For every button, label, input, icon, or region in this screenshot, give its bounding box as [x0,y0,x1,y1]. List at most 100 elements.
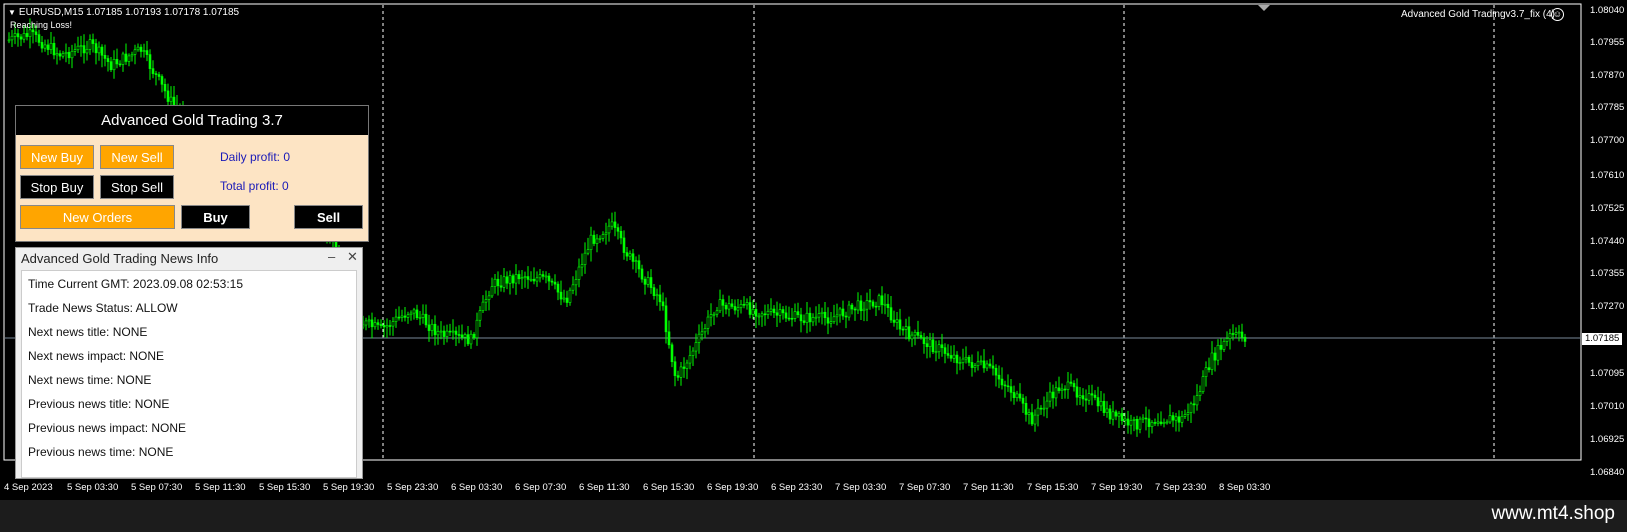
candle-body [913,331,917,336]
candle-body [829,321,833,324]
candle-body [1018,393,1022,399]
candle-body [385,325,389,328]
candle-body [160,76,164,85]
candle-body [874,305,878,308]
candle-body [673,361,677,376]
new-buy-button[interactable]: New Buy [20,145,94,169]
candle-body [610,221,614,227]
candle-body [1201,376,1205,392]
candle-body [1240,331,1244,338]
time-label: 6 Sep 07:30 [515,482,567,493]
candle-body [1147,418,1151,427]
candle-body [1192,403,1196,406]
candle-body [943,347,947,354]
time-label: 7 Sep 15:30 [1027,482,1079,493]
time-label: 7 Sep 03:30 [835,482,887,493]
candle-body [919,335,923,338]
stop-buy-button[interactable]: Stop Buy [20,175,94,199]
candle-body [904,326,908,330]
candle-body [157,74,161,77]
candle-body [130,54,134,57]
candle-body [526,276,530,280]
candle-body [1174,416,1178,421]
trading-control-panel: Advanced Gold Trading 3.7 New Buy New Se… [15,105,369,242]
candle-body [1033,414,1037,425]
candle-body [877,295,881,307]
candle-body [538,274,542,279]
smiley-icon[interactable]: ☺ [1551,8,1564,21]
candle-body [94,43,98,54]
candle-body [634,260,638,263]
candle-body [523,276,527,278]
candle-body [841,308,845,317]
candle-body [955,354,959,364]
time-label: 7 Sep 23:30 [1155,482,1207,493]
stop-sell-button[interactable]: Stop Sell [100,175,174,199]
candle-body [1195,395,1199,406]
candle-body [847,304,851,318]
candle-body [514,274,518,284]
candle-body [457,334,461,336]
candle-body [1093,394,1097,398]
candle-body [1156,421,1160,424]
candle-body [769,308,773,312]
candle-body [58,53,62,57]
candle-body [430,323,434,331]
candle-body [805,312,809,323]
candle-body [577,266,581,280]
price-label: 1.07270 [1590,301,1625,312]
chart-window[interactable]: ▼ EURUSD,M15 1.07185 1.07193 1.07178 1.07… [0,0,1627,500]
candle-body [679,366,683,378]
new-orders-button[interactable]: New Orders [20,205,175,229]
candle-body [55,53,59,56]
candle-body [766,311,770,315]
candle-body [418,317,422,319]
close-icon[interactable]: ✕ [347,249,358,265]
candle-body [652,287,656,297]
candle-body [142,50,146,52]
sell-button[interactable]: Sell [294,205,363,229]
candle-body [1057,387,1061,391]
candle-body [1009,386,1013,393]
minimize-icon[interactable]: – [328,249,335,264]
candle-body [61,53,65,57]
candle-body [997,374,1001,380]
candle-body [460,334,464,338]
daily-profit: Daily profit: 0 [220,150,291,164]
candle-body [880,295,884,306]
candle-body [718,299,722,312]
time-label: 5 Sep 19:30 [323,482,375,493]
candle-body [400,315,404,318]
candle-body [436,331,440,336]
candle-body [13,33,17,37]
candle-body [562,297,566,300]
candle-body [970,362,974,368]
candle-body [709,314,713,318]
candle-body [1111,411,1115,420]
candle-body [403,315,407,318]
candle-body [466,334,470,345]
candle-body [964,356,968,360]
dropdown-triangle-icon[interactable]: ▼ [8,8,16,17]
candle-body [472,333,476,339]
candle-body [379,324,383,326]
candle-body [844,315,848,318]
candle-body [1102,400,1106,413]
candle-body [595,238,599,244]
candle-body [706,316,710,329]
candle-body [604,232,608,235]
candle-body [163,84,167,92]
candle-body [889,307,893,321]
time-label: 5 Sep 11:30 [195,482,246,493]
candle-body [586,249,590,254]
candle-body [694,342,698,352]
candle-body [148,54,152,69]
candle-body [1225,338,1229,342]
new-sell-button[interactable]: New Sell [100,145,174,169]
candle-body [655,294,659,297]
candle-body [871,301,875,307]
candle-body [118,63,122,66]
candle-body [169,96,173,102]
candle-body [1228,333,1232,339]
buy-button[interactable]: Buy [181,205,250,229]
